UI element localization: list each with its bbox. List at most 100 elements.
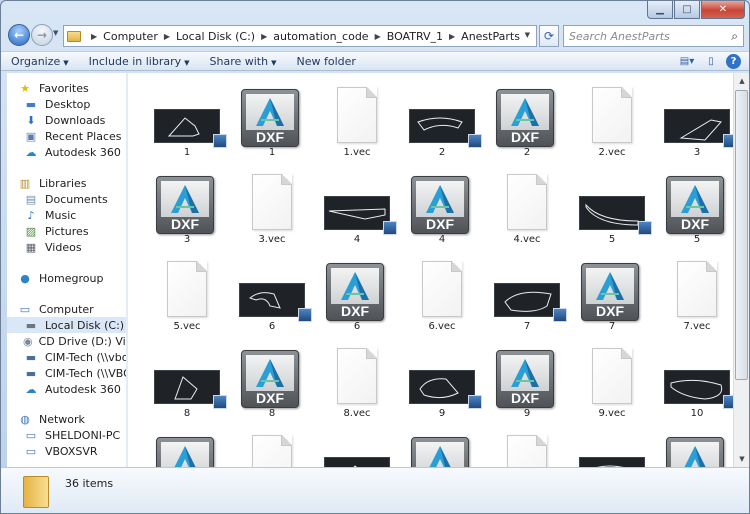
chevron-right-icon[interactable]: ▶ [375,32,381,41]
navigation-bar: ← → ▼ ▶ Computer ▶ Local Disk (C:) ▶ aut… [1,23,749,49]
sidebar-item-computer[interactable]: ▭ Computer [17,301,126,317]
file-item[interactable] [482,427,572,467]
file-item[interactable]: DXF 7 [567,253,657,339]
sidebar-item-sheldoni-pc[interactable]: ▭ SHELDONI-PC [23,427,126,443]
sidebar-item-favorites[interactable]: ★ Favorites [17,80,126,96]
file-item[interactable]: DXF 5 [652,166,733,252]
breadcrumb-item[interactable]: Computer [103,30,158,43]
maximize-button[interactable]: □ [674,1,700,19]
address-bar[interactable]: ▶ Computer ▶ Local Disk (C:) ▶ automatio… [63,25,537,47]
file-item[interactable]: 2.vec [567,79,657,165]
sidebar-item-music[interactable]: ♪ Music [23,207,126,223]
sidebar-item-network-drive[interactable]: ▬ CIM-Tech (\\vboxsr [23,349,126,365]
help-button[interactable]: ? [726,53,741,69]
file-item[interactable]: DXF 6 [312,253,402,339]
drawing-thumbnail [154,109,227,148]
file-item[interactable]: 5 [567,166,657,252]
sidebar-item-homegroup[interactable]: ● Homegroup [17,270,126,286]
include-in-library-button[interactable]: Include in library ▼ [79,55,200,68]
sidebar-item-libraries[interactable]: ▥ Libraries [17,175,126,191]
sidebar-item-vboxsvr[interactable]: ▭ VBOXSVR [23,443,126,459]
share-with-button[interactable]: Share with ▼ [200,55,287,68]
breadcrumb-item[interactable]: AnestParts [461,30,520,43]
file-item[interactable]: 4 [312,166,402,252]
file-item[interactable]: 6.vec [397,253,487,339]
cloud-icon: ☁ [25,145,37,159]
search-icon[interactable]: ⌕ [731,29,738,44]
sidebar-item-downloads[interactable]: ⬇ Downloads [23,112,126,128]
chevron-right-icon[interactable]: ▶ [164,32,170,41]
scroll-down-button[interactable]: ▼ [734,451,749,467]
file-item[interactable] [567,427,657,467]
drive-icon: ▬ [25,318,37,332]
sidebar-item-autodesk-360[interactable]: ☁ Autodesk 360 [23,144,126,160]
sidebar-item-cd-drive[interactable]: ◉ CD Drive (D:) Virtual [23,333,126,349]
file-item[interactable]: DXF [142,427,232,467]
scrollbar-thumb[interactable] [735,90,748,380]
sidebar-item-desktop[interactable]: ▬ Desktop [23,96,126,112]
file-item[interactable]: 9 [397,340,487,426]
sidebar-item-network[interactable]: ◍ Network [17,411,126,427]
breadcrumb-item[interactable]: Local Disk (C:) [176,30,255,43]
sidebar-item-documents[interactable]: ▤ Documents [23,191,126,207]
sidebar-item-local-disk[interactable]: ▬ Local Disk (C:) [7,317,126,333]
sidebar-item-autodesk-360[interactable]: ☁ Autodesk 360 [23,381,126,397]
file-item[interactable]: 3 [652,79,733,165]
recent-pages-dropdown[interactable]: ▼ [53,29,61,37]
file-item[interactable]: DXF 3 [142,166,232,252]
app-badge-icon [553,308,567,322]
file-item[interactable]: 1.vec [312,79,402,165]
file-list[interactable]: 1 DXF 1 1.vec 2 DXF 2 2.vec 3 DXF 3 3.vec 4 DXF 4 4.vec… [128,73,733,467]
new-folder-button[interactable]: New folder [286,55,365,68]
file-item[interactable]: 1 [142,79,232,165]
file-item[interactable]: 10 [652,340,733,426]
vec-file-icon [507,174,547,230]
file-item[interactable]: 6 [227,253,317,339]
sidebar-item-videos[interactable]: ▦ Videos [23,239,126,255]
chevron-down-icon[interactable]: ▼ [525,31,530,39]
file-item[interactable]: 2 [397,79,487,165]
chevron-right-icon[interactable]: ▶ [449,32,455,41]
file-item[interactable]: DXF [397,427,487,467]
file-item[interactable]: 5.vec [142,253,232,339]
chevron-right-icon[interactable]: ▶ [91,32,97,41]
file-item[interactable]: 8 [142,340,232,426]
forward-button[interactable]: → [31,24,53,46]
file-item[interactable]: DXF 1 [227,79,317,165]
vertical-scrollbar[interactable]: ▲ ▼ [733,73,749,467]
file-item[interactable]: DXF 8 [227,340,317,426]
file-item[interactable]: DXF 2 [482,79,572,165]
refresh-button[interactable]: ⟳ [539,25,559,47]
file-item[interactable]: 8.vec [312,340,402,426]
vec-file-icon [337,87,377,143]
change-view-button[interactable]: ▤▾ [678,53,696,69]
recent-places-icon: ▣ [25,129,37,143]
close-button[interactable]: ✕ [701,1,745,19]
file-item[interactable] [312,427,402,467]
scroll-up-button[interactable]: ▲ [734,73,749,89]
file-item[interactable]: DXF [652,427,733,467]
breadcrumb-item[interactable]: BOATRV_1 [387,30,443,43]
dxf-file-icon: DXF [496,350,554,408]
file-item[interactable]: 9.vec [567,340,657,426]
item-count: 36 items [65,477,114,490]
sidebar-item-network-drive[interactable]: ▬ CIM-Tech (\\VBOXS [23,365,126,381]
file-name: 10 [690,408,704,419]
organize-button[interactable]: Organize ▼ [1,55,79,68]
sidebar-item-recent-places[interactable]: ▣ Recent Places [23,128,126,144]
sidebar-item-pictures[interactable]: ▨ Pictures [23,223,126,239]
file-item[interactable]: 7 [482,253,572,339]
file-item[interactable]: 3.vec [227,166,317,252]
file-item[interactable]: 7.vec [652,253,733,339]
preview-pane-button[interactable]: ▯ [702,53,720,69]
chevron-right-icon[interactable]: ▶ [261,32,267,41]
minimize-button[interactable]: ▁ [647,1,673,19]
file-item[interactable]: DXF 9 [482,340,572,426]
file-item[interactable] [227,427,317,467]
sidebar-item-label: Favorites [39,81,89,95]
file-item[interactable]: 4.vec [482,166,572,252]
search-input[interactable]: Search AnestParts ⌕ [563,25,744,47]
breadcrumb-item[interactable]: automation_code [273,30,368,43]
file-item[interactable]: DXF 4 [397,166,487,252]
back-button[interactable]: ← [8,24,30,46]
